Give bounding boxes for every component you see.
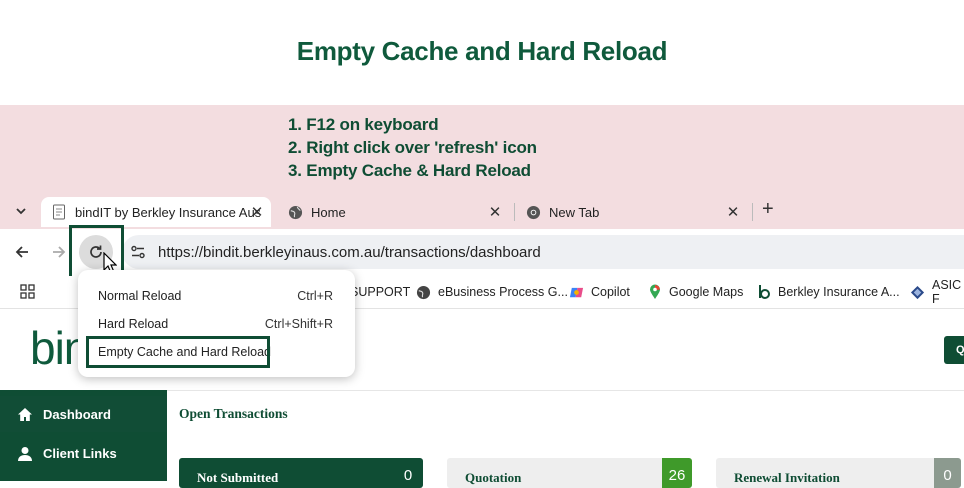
bookmark-label: eBusiness Process G... [438, 285, 568, 299]
chrome-icon [525, 204, 541, 220]
tab-new-tab[interactable]: New Tab ✕ [525, 197, 747, 227]
back-button[interactable] [14, 244, 30, 265]
close-icon[interactable]: ✕ [725, 203, 741, 221]
card-count: 0 [403, 467, 413, 484]
step-item: 2. Right click over 'refresh' icon [288, 138, 537, 157]
card-label: Renewal Invitation [734, 470, 840, 485]
globe-icon [416, 285, 431, 300]
browser-toolbar: https://bindit.berkleyinaus.com.au/trans… [0, 229, 964, 276]
card-label: Quotation [465, 470, 522, 485]
globe-icon [287, 204, 303, 220]
bookmark-label: Berkley Insurance A... [778, 285, 900, 299]
sidebar-item-dashboard[interactable]: Dashboard [0, 396, 167, 432]
card-not-submitted[interactable]: Not Submitted 0 [179, 458, 423, 488]
card-renewal-invitation[interactable]: Renewal Invitation 0 [716, 458, 961, 488]
site-info-icon[interactable] [130, 244, 146, 265]
close-icon[interactable]: ✕ [487, 203, 503, 221]
bookmark-google-maps[interactable]: Google Maps [647, 281, 743, 303]
menu-item-hard-reload[interactable]: Hard Reload Ctrl+Shift+R [98, 317, 341, 331]
bookmark-label: Copilot [591, 285, 630, 299]
header-button[interactable]: Q [944, 336, 964, 364]
apps-grid-icon[interactable] [20, 284, 35, 304]
bookmark-ebusiness[interactable]: eBusiness Process G... [416, 281, 568, 303]
tab-bindit[interactable]: bindIT by Berkley Insurance Aus ✕ [41, 197, 271, 227]
page-icon [51, 204, 67, 220]
tab-label: New Tab [549, 204, 600, 220]
forward-button[interactable] [51, 244, 67, 265]
new-tab-button[interactable]: + [762, 198, 774, 221]
sidebar: Dashboard Client Links [0, 390, 167, 481]
address-bar[interactable]: https://bindit.berkleyinaus.com.au/trans… [122, 235, 964, 269]
tab-divider [514, 203, 515, 221]
menu-highlight-box [86, 336, 270, 368]
tab-strip: bindIT by Berkley Insurance Aus ✕ Home ✕… [0, 191, 964, 229]
card-count: 0 [934, 458, 961, 488]
arrow-left-icon [15, 246, 28, 258]
card-count: 26 [662, 458, 692, 488]
menu-item-label: Normal Reload [98, 289, 182, 303]
step-item: 1. F12 on keyboard [288, 115, 439, 134]
url-text: https://bindit.berkleyinaus.com.au/trans… [158, 244, 541, 261]
bookmark-asic[interactable]: ASIC F [910, 278, 964, 306]
step-item: 3. Empty Cache & Hard Reload [288, 161, 531, 180]
tab-search-button[interactable] [14, 204, 28, 218]
chevron-down-icon [16, 208, 26, 215]
sidebar-item-label: Client Links [43, 445, 117, 461]
tab-home[interactable]: Home ✕ [287, 197, 509, 227]
menu-item-shortcut: Ctrl+Shift+R [264, 317, 333, 331]
bookmark-copilot[interactable]: Copilot [569, 281, 630, 303]
bookmark-support[interactable]: SUPPORT [350, 281, 410, 303]
sidebar-item-label: Dashboard [43, 406, 111, 422]
bookmark-berkley[interactable]: Berkley Insurance A... [756, 281, 900, 303]
menu-item-shortcut: Ctrl+R [297, 289, 333, 303]
bookmark-label: ASIC F [932, 278, 962, 306]
bookmark-label: Google Maps [669, 285, 744, 299]
asic-icon [910, 285, 925, 300]
menu-item-normal-reload[interactable]: Normal Reload Ctrl+R [98, 289, 341, 303]
tab-label: bindIT by Berkley Insurance Aus [75, 204, 260, 220]
sidebar-item-client-links[interactable]: Client Links [0, 435, 167, 471]
bookmark-label: SUPPORT [350, 285, 411, 299]
user-icon [16, 446, 34, 461]
tab-divider [752, 203, 753, 221]
page-title: Empty Cache and Hard Reload [296, 36, 668, 66]
tab-label: Home [311, 204, 346, 220]
card-quotation[interactable]: Quotation 26 [447, 458, 692, 488]
menu-item-label: Hard Reload [98, 317, 169, 331]
copilot-icon [569, 285, 584, 300]
section-title: Open Transactions [179, 406, 288, 421]
home-icon [16, 407, 34, 422]
arrow-right-icon [53, 246, 66, 258]
map-pin-icon [647, 284, 662, 300]
berkley-logo-icon [756, 285, 771, 300]
instructions-list: 1. F12 on keyboard 2. Right click over '… [288, 113, 537, 182]
card-label: Not Submitted [197, 470, 279, 485]
close-icon[interactable]: ✕ [249, 203, 265, 221]
